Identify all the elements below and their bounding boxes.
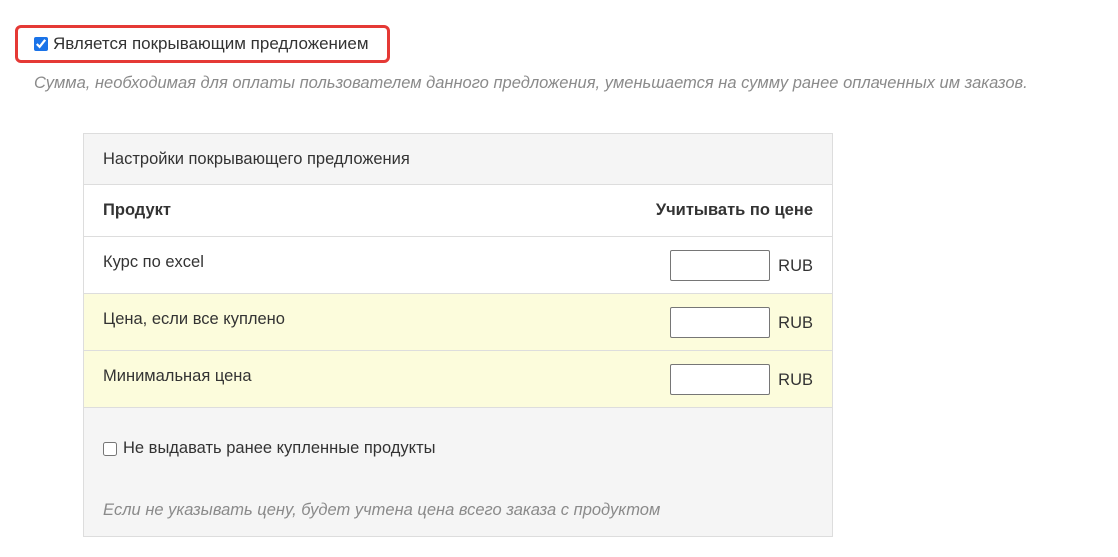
empty-price-hint: Если не указывать цену, будет учтена цен… (103, 501, 661, 519)
page: Является покрывающим предложением Сумма,… (0, 0, 1118, 557)
no-issue-checkbox[interactable] (103, 441, 117, 456)
table-header-row: Продукт Учитывать по цене (84, 185, 832, 237)
panel-title: Настройки покрывающего предложения (84, 134, 832, 185)
currency-label: RUB (778, 313, 813, 332)
covering-offer-label[interactable]: Является покрывающим предложением (53, 34, 369, 54)
product-name: Минимальная цена (103, 366, 252, 385)
column-header-product: Продукт (84, 185, 481, 237)
covering-offer-settings-panel: Настройки покрывающего предложения Проду… (83, 133, 833, 537)
currency-label: RUB (778, 256, 813, 275)
product-name: Цена, если все куплено (103, 309, 285, 328)
product-name-cell: Минимальная цена (84, 350, 481, 408)
covering-offer-hint: Сумма, необходимая для оплаты пользовате… (34, 74, 1028, 92)
products-table: Продукт Учитывать по цене Курс по excel … (84, 185, 832, 408)
product-name: Курс по excel (103, 252, 204, 271)
table-row: Минимальная цена RUB (84, 350, 832, 408)
price-input[interactable] (669, 363, 770, 395)
table-row: Цена, если все куплено RUB (84, 293, 832, 351)
product-name-cell: Курс по excel (84, 236, 481, 294)
covering-offer-checkbox[interactable] (34, 37, 48, 51)
currency-label: RUB (778, 370, 813, 389)
price-cell: RUB (480, 293, 832, 351)
price-cell: RUB (480, 350, 832, 408)
price-input[interactable] (669, 306, 770, 338)
price-cell: RUB (480, 236, 832, 294)
product-name-cell: Цена, если все куплено (84, 293, 481, 351)
price-input[interactable] (669, 249, 770, 281)
no-issue-option: Не выдавать ранее купленные продукты (103, 439, 436, 458)
table-row: Курс по excel RUB (84, 236, 832, 294)
column-header-price: Учитывать по цене (480, 185, 832, 237)
covering-offer-toggle-highlight: Является покрывающим предложением (15, 25, 390, 63)
no-issue-label[interactable]: Не выдавать ранее купленные продукты (123, 439, 436, 458)
